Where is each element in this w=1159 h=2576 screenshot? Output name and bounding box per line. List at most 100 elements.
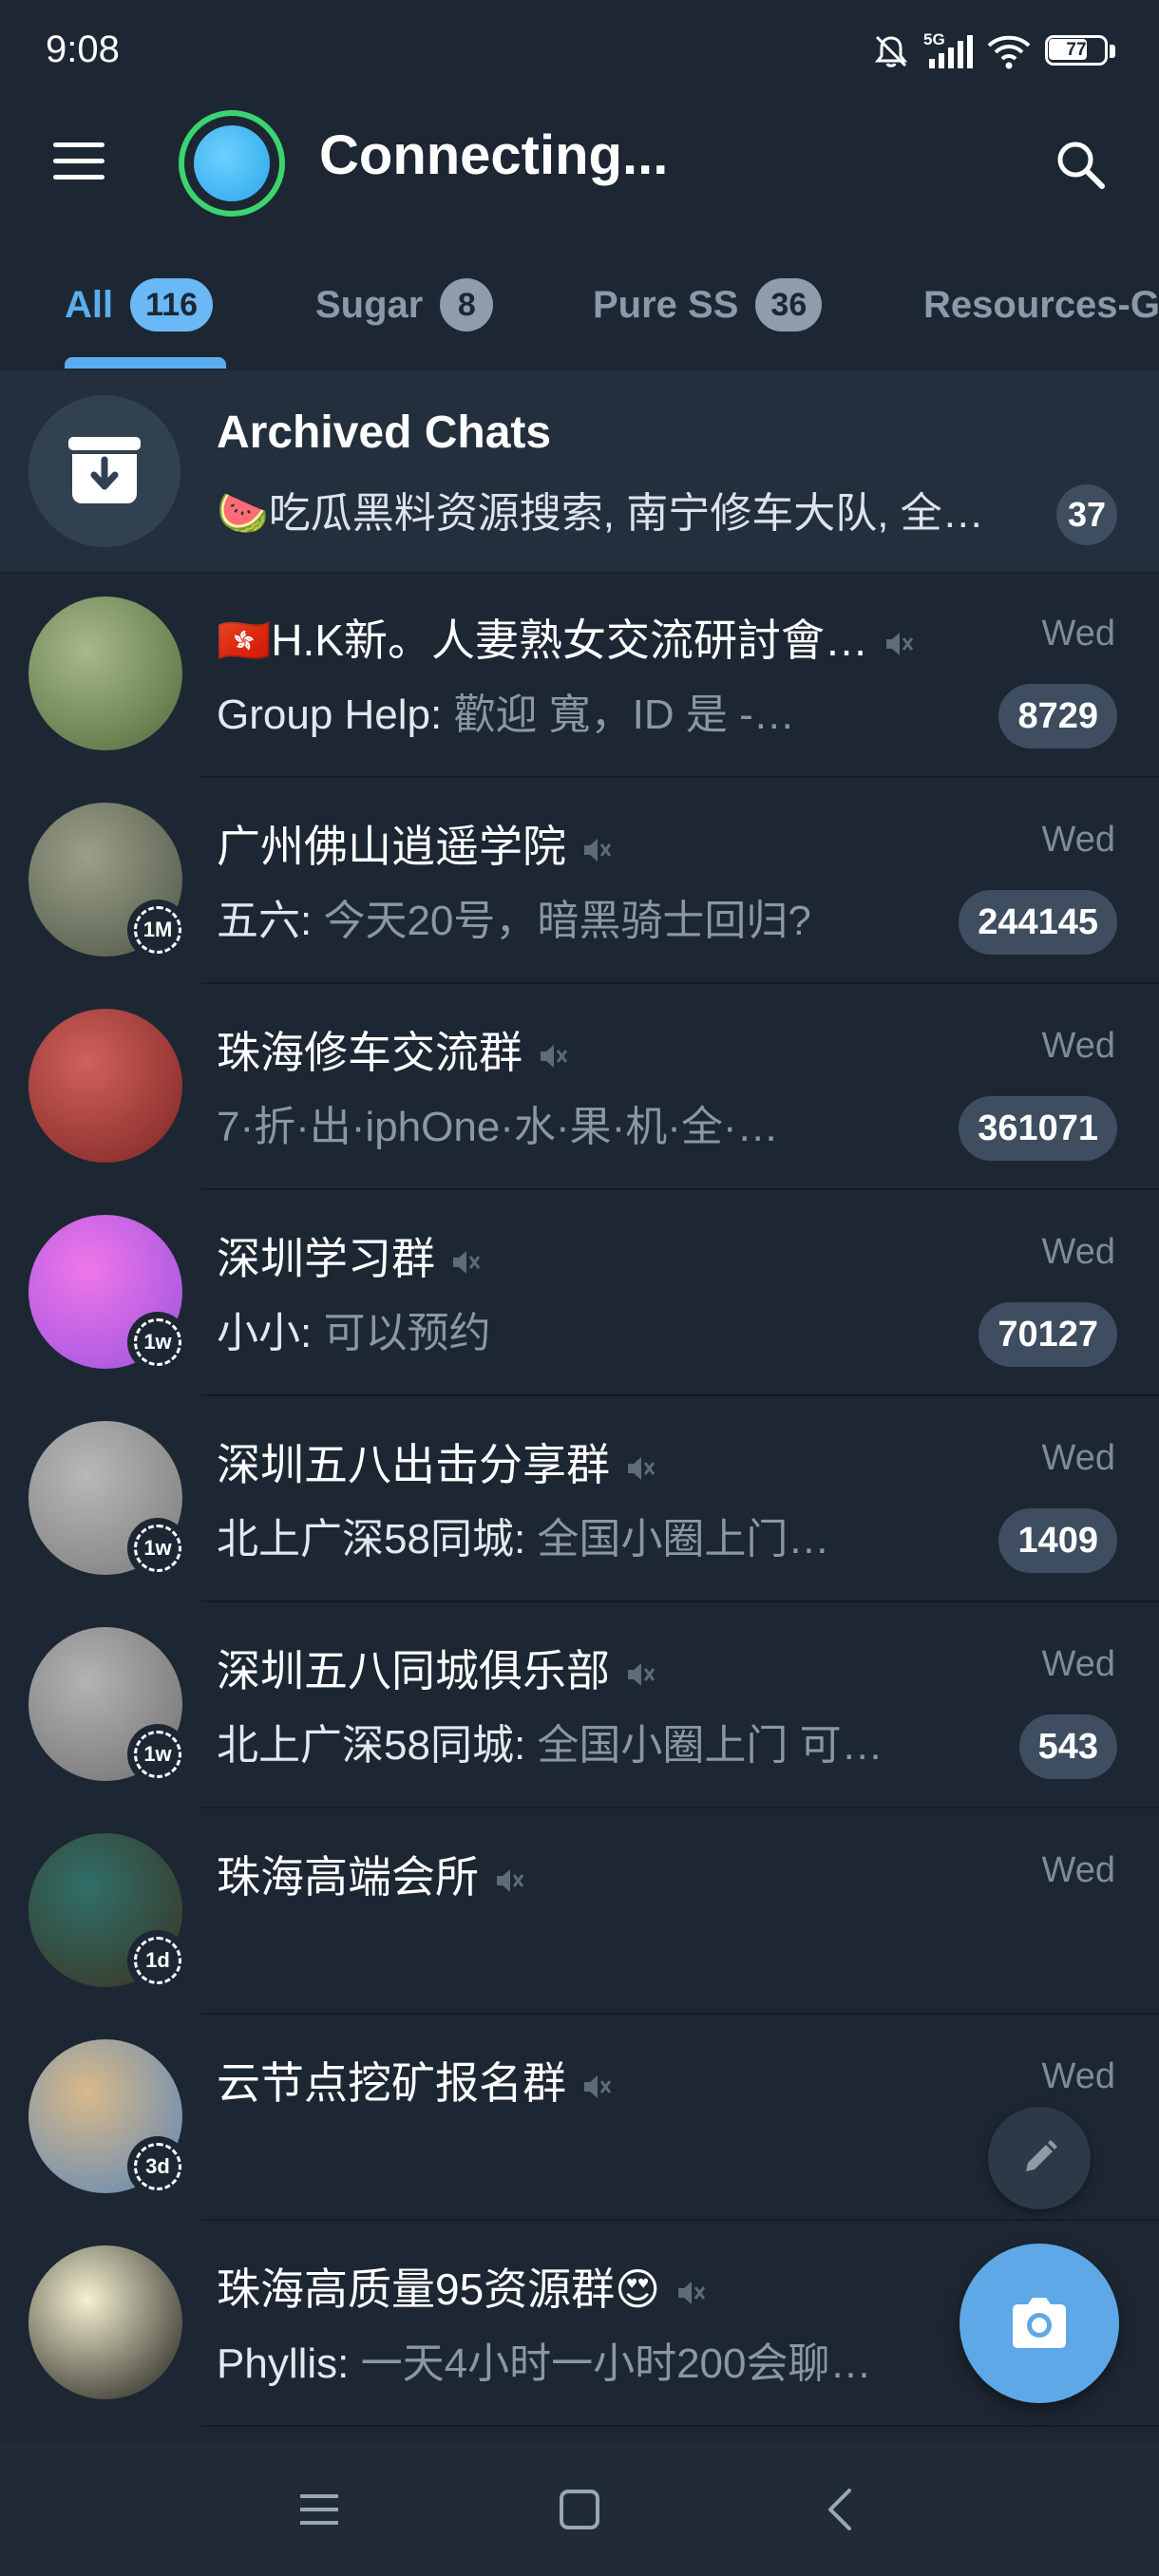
chat-preview: 小小: 可以预约 [217,1298,977,1359]
chat-title: 深圳五八出击分享群 [217,1440,610,1489]
chat-time: Wed [1041,1232,1115,1272]
chat-title-wrap: 云节点挖矿报名群 [217,2049,614,2112]
hamburger-menu-icon[interactable] [53,142,104,180]
tab-label: All [65,283,114,326]
chat-title-wrap: 珠海高质量95资源群😍 [217,2255,708,2318]
muted-icon [678,2281,706,2304]
bell-muted-icon [874,35,908,67]
archived-chats-row[interactable]: Archived Chats 🍉吃瓜黑料资源搜索, 南宁修车大队, 全国 58 … [0,370,1159,573]
chat-title: 深圳学习群 [217,1234,435,1283]
muted-icon [584,2074,612,2098]
recent-apps-icon[interactable] [291,2481,348,2538]
chat-preview: 五六: 今天20号，暗黑骑士回归? [217,886,977,947]
muted-icon [584,838,612,862]
chat-time: Wed [1041,820,1115,860]
chat-title: 珠海高端会所 [217,1852,479,1902]
chat-title-wrap: 珠海修车交流群 [217,1018,570,1081]
chat-row[interactable]: 1M 广州佛山逍遥学院 Wed 五六: 今天20号，暗黑骑士回归? 244145 [0,778,1159,984]
chat-row[interactable]: 1w 深圳五八出击分享群 Wed 北上广深58同城: 全国小圈上门… 1409 [0,1396,1159,1602]
tab-count-badge: 116 [130,278,213,331]
signal-icon: 5G [923,30,973,70]
status-bar: 9:08 5G 77 [0,0,1159,95]
chat-message: 一天4小时一小时200会聊… [349,2340,872,2387]
my-story-avatar[interactable] [179,110,285,217]
unread-count-badge: 543 [1018,1714,1117,1779]
chat-row[interactable]: 1d 珠海高端会所 Wed [0,1809,1159,2015]
unread-count-badge: 70127 [978,1302,1117,1367]
chat-title-wrap: 深圳学习群 [217,1224,483,1287]
tab-resources[interactable]: Resources-G [923,281,1159,329]
chat-row[interactable]: 3d 云节点挖矿报名群 Wed [0,2015,1159,2221]
chat-title: 深圳五八同城俱乐部 [217,1646,610,1695]
back-icon[interactable] [813,2481,870,2538]
chat-title-wrap: 🇭🇰H.K新。人妻熟女交流研討會… [217,606,916,669]
status-icons: 5G 77 [872,30,1115,70]
chat-preview: 北上广深58同城: 全国小圈上门 可… [217,1711,977,1771]
unread-count-badge: 1409 [998,1508,1117,1573]
chat-title: 珠海高质量95资源群😍 [217,2264,661,2314]
chat-preview: Phyllis: 一天4小时一小时200会聊… [217,2329,977,2390]
camera-button[interactable] [960,2244,1119,2403]
chat-message: 全国小圈上门… [525,1516,830,1563]
muted-icon [453,1250,481,1274]
tab-count-badge: 36 [755,278,823,331]
chat-sender: 北上广深58同城: [217,1516,526,1563]
search-icon[interactable] [1053,137,1108,192]
chat-sender: 北上广深58同城: [217,1722,526,1769]
chat-time: Wed [1041,2056,1115,2096]
archive-box-icon [68,437,141,503]
tab-count-badge: 8 [440,278,494,331]
signal-bars-icon [929,35,973,68]
tab-label: Sugar [315,283,424,326]
top-app-bar: Connecting... [0,95,1159,228]
muted-icon [628,1662,656,1686]
system-navigation-bar [0,2443,1159,2576]
wifi-icon [987,35,1031,69]
chat-time: Wed [1041,1438,1115,1478]
home-icon[interactable] [551,2481,608,2538]
chat-title-wrap: 珠海高端会所 [217,1843,526,1905]
story-avatar-dot [194,125,270,201]
chat-sender: Group Help: [217,691,443,738]
chat-message: 7·折·出·iphOne·水·果·机·全·… [217,1104,779,1150]
auto-delete-timer-icon: 1w [127,1518,188,1579]
compose-message-button[interactable] [988,2107,1091,2209]
auto-delete-timer-icon: 1w [127,1312,188,1373]
muted-icon [885,632,914,655]
battery-icon: 77 [1045,35,1115,67]
tab-pure-ss[interactable]: Pure SS 36 [593,278,823,331]
page-title: Connecting... [319,124,669,186]
chat-message: 歡迎 寬，ID 是 -… [442,691,795,738]
chat-sender: 五六: [217,898,313,944]
chat-preview: 7·折·出·iphOne·水·果·机·全·… [217,1092,977,1153]
tab-sugar[interactable]: Sugar 8 [315,278,494,331]
archived-count-badge: 37 [1056,484,1117,545]
chat-time: Wed [1041,1026,1115,1066]
tab-label: Resources-G [923,283,1159,326]
chat-title: 珠海修车交流群 [217,1028,522,1077]
chat-preview: Group Help: 歡迎 寬，ID 是 -… [217,680,977,741]
folder-tabs: All 116 Sugar 8 Pure SS 36 Resources-G [0,228,1159,370]
chat-message: 全国小圈上门 可… [525,1722,884,1769]
auto-delete-timer-icon: 1M [127,900,188,960]
auto-delete-timer-icon: 1d [127,1930,188,1991]
status-time: 9:08 [46,28,120,70]
chat-time: Wed [1041,1644,1115,1684]
tab-all[interactable]: All 116 [65,278,213,331]
unread-count-badge: 8729 [998,684,1117,748]
archived-title: Archived Chats [217,407,552,458]
chat-title-wrap: 深圳五八出击分享群 [217,1430,657,1493]
chat-row[interactable]: 1w 深圳五八同城俱乐部 Wed 北上广深58同城: 全国小圈上门 可… 543 [0,1602,1159,1809]
unread-count-badge: 361071 [959,1096,1117,1161]
chat-row[interactable]: 1w 深圳学习群 Wed 小小: 可以预约 70127 [0,1190,1159,1396]
timer-label: 1M [134,906,181,954]
archived-avatar [28,395,180,547]
chat-sender: Phyllis: [217,2340,350,2387]
chat-row[interactable]: 🇭🇰H.K新。人妻熟女交流研討會… Wed Group Help: 歡迎 寬，ID … [0,572,1159,778]
muted-icon [541,1044,568,1068]
timer-label: 1d [134,1937,181,1984]
chat-avatar [28,1009,182,1163]
chat-row[interactable]: 珠海修车交流群 Wed 7·折·出·iphOne·水·果·机·全·… 361071 [0,984,1159,1190]
chat-avatar [28,597,182,750]
row-divider [201,2425,1159,2427]
